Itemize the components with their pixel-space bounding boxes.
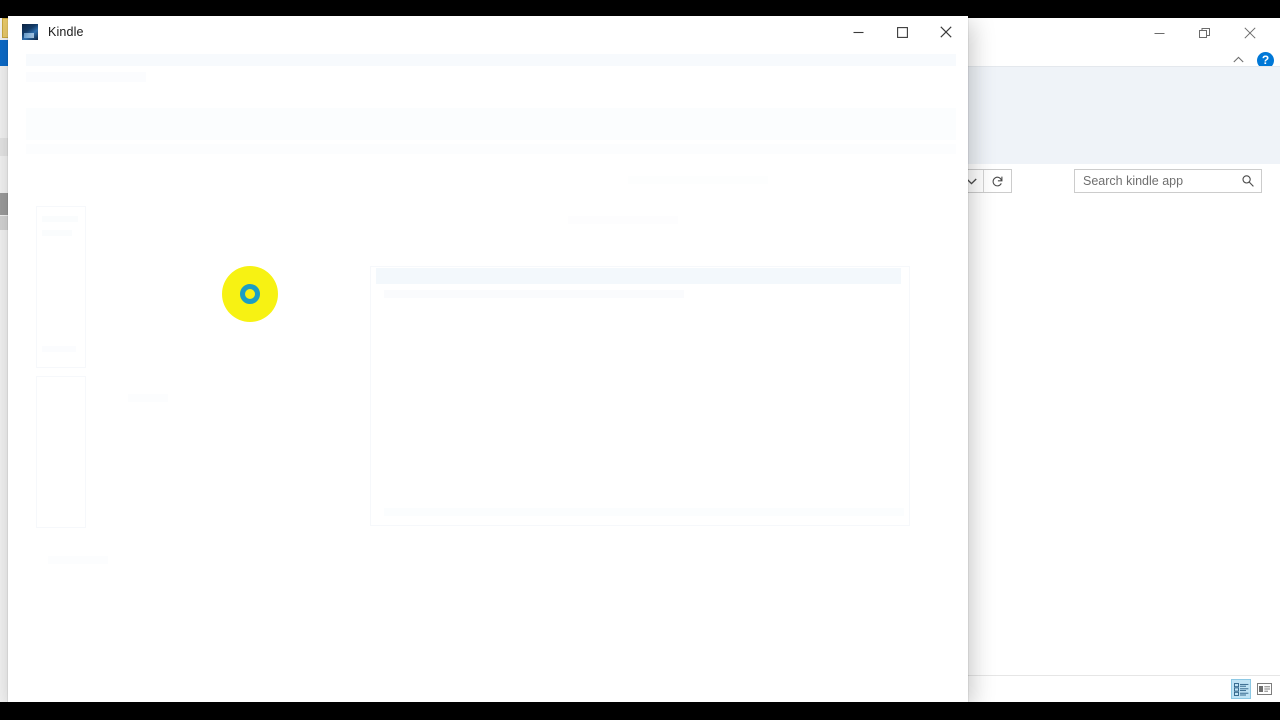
kindle-minimize-button[interactable] bbox=[836, 16, 880, 48]
click-highlight bbox=[222, 266, 278, 322]
kindle-titlebar[interactable]: Kindle bbox=[8, 16, 968, 48]
explorer-window-controls bbox=[1137, 18, 1272, 48]
kindle-maximize-button[interactable] bbox=[880, 16, 924, 48]
kindle-loading-ghost bbox=[8, 16, 968, 702]
kindle-window-title: Kindle bbox=[48, 25, 84, 39]
search-placeholder: Search kindle app bbox=[1083, 174, 1184, 188]
search-icon[interactable] bbox=[1235, 174, 1261, 188]
screen: ? Search kindle app Kindle bbox=[0, 0, 1280, 720]
help-icon: ? bbox=[1261, 53, 1270, 67]
close-icon bbox=[940, 26, 952, 38]
busy-ring-icon bbox=[240, 284, 260, 304]
kindle-close-button[interactable] bbox=[924, 16, 968, 48]
view-toggle-group bbox=[1231, 679, 1274, 699]
minimize-icon bbox=[853, 31, 863, 33]
large-icons-view-button[interactable] bbox=[1254, 679, 1274, 699]
explorer-close-button[interactable] bbox=[1227, 18, 1272, 48]
search-input[interactable]: Search kindle app bbox=[1074, 169, 1262, 193]
minimize-icon bbox=[1154, 32, 1165, 34]
details-view-button[interactable] bbox=[1231, 679, 1251, 699]
tiles-view-icon bbox=[1256, 683, 1272, 695]
magnifier-icon bbox=[1242, 175, 1254, 187]
chevron-up-icon bbox=[1232, 56, 1244, 63]
details-view-icon bbox=[1233, 682, 1248, 696]
restore-icon bbox=[1198, 28, 1210, 38]
explorer-restore-button[interactable] bbox=[1182, 18, 1227, 48]
kindle-window[interactable]: Kindle bbox=[8, 16, 968, 702]
kindle-window-controls bbox=[836, 16, 968, 48]
explorer-minimize-button[interactable] bbox=[1137, 18, 1182, 48]
maximize-icon bbox=[896, 26, 908, 38]
refresh-button[interactable] bbox=[983, 170, 1010, 192]
close-icon bbox=[1243, 27, 1256, 39]
kindle-app-icon bbox=[22, 24, 38, 40]
refresh-icon bbox=[992, 176, 1002, 186]
